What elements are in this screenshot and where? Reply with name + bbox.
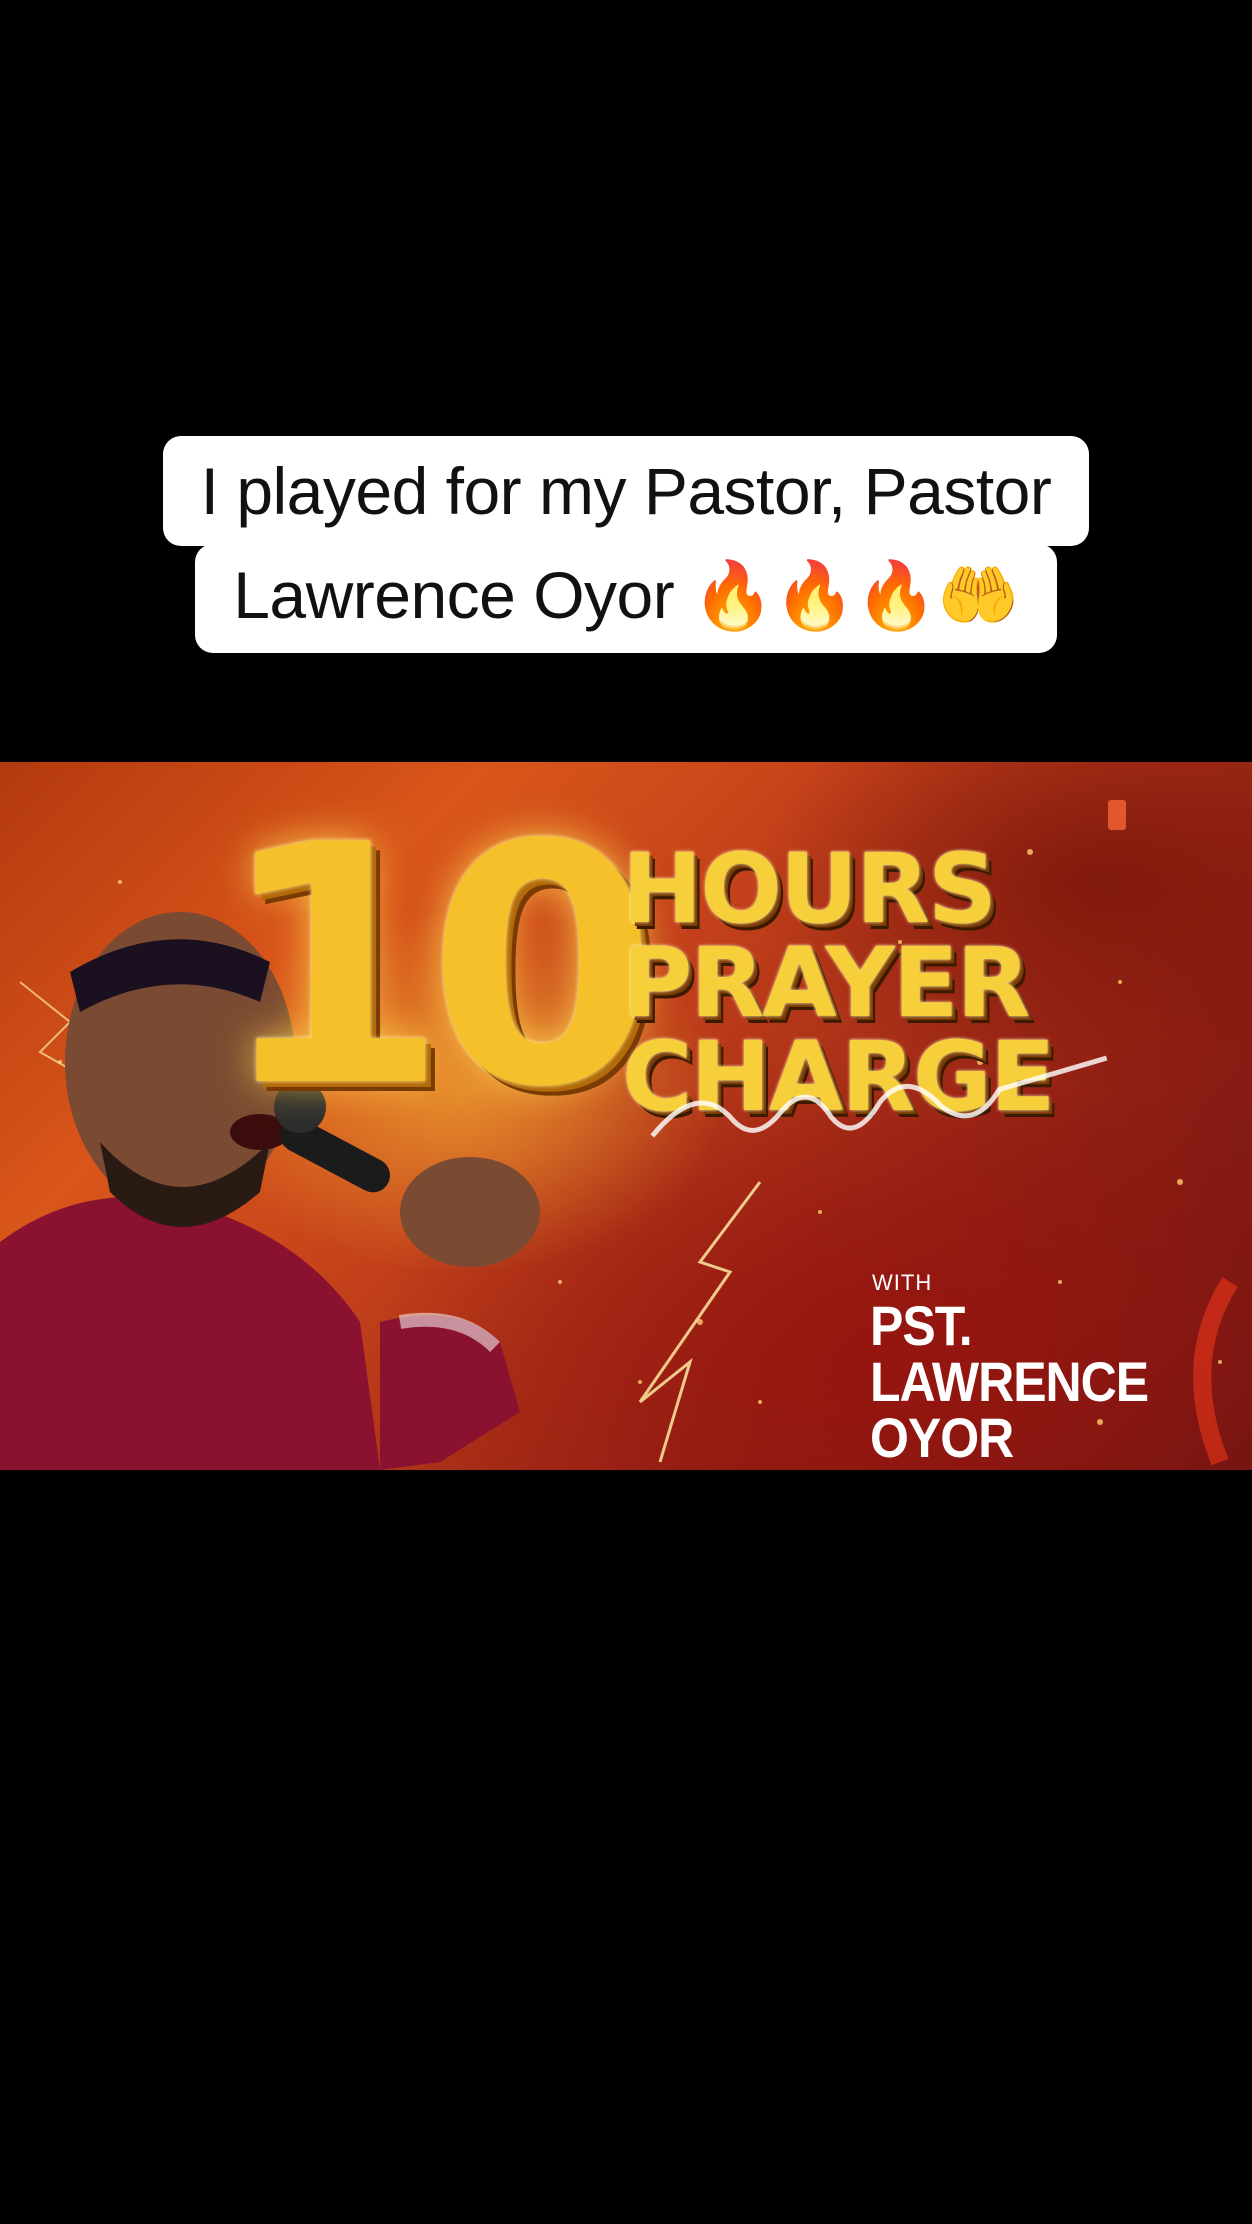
caption-line-1: I played for my Pastor, Pastor — [162, 436, 1090, 546]
name-line-pst: PST. — [870, 1294, 973, 1358]
hours-number: 10 — [218, 775, 657, 1159]
prayer-charge-banner: 10 HOURS PRAYER CHARGE WITH PST. LAWRENC… — [0, 762, 1252, 1470]
title-line-hours: HOURS — [622, 833, 997, 945]
with-label: WITH — [872, 1270, 933, 1295]
name-line-oyor: OYOR — [870, 1406, 1014, 1470]
fire-emoji-group: 🔥🔥🔥🤲 — [692, 557, 1019, 634]
caption-row-2: Lawrence Oyor 🔥🔥🔥🤲 — [0, 544, 1252, 653]
title-line-prayer: PRAYER — [622, 927, 1030, 1040]
logo-glyph — [1108, 800, 1126, 830]
church-logo-icon — [1108, 800, 1126, 830]
name-line-lawrence: LAWRENCE — [870, 1350, 1149, 1414]
caption: I played for my Pastor, Pastor Lawrence … — [0, 436, 1252, 653]
caption-line-2: Lawrence Oyor 🔥🔥🔥🤲 — [195, 544, 1057, 653]
caption-row-1: I played for my Pastor, Pastor — [0, 436, 1252, 546]
pastor-name: PST. LAWRENCE OYOR — [870, 1294, 1149, 1470]
caption-line-2-text: Lawrence Oyor — [233, 558, 693, 632]
